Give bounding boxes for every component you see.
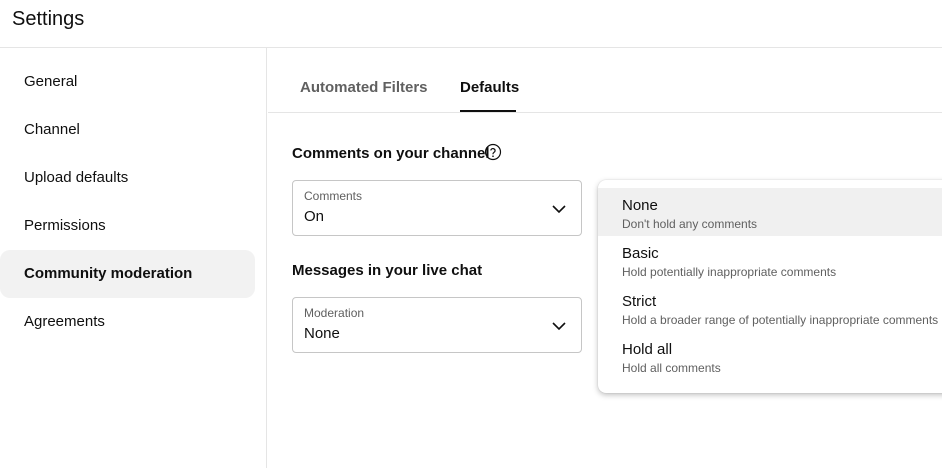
- live-chat-section-title: Messages in your live chat: [292, 262, 483, 279]
- sidebar-item-label: Permissions: [24, 217, 106, 234]
- settings-header: Settings: [0, 0, 942, 48]
- comments-section-title: Comments on your channel: [292, 145, 490, 162]
- settings-sidebar: General Channel Upload defaults Permissi…: [0, 48, 267, 468]
- sidebar-item-label: Channel: [24, 121, 80, 138]
- sidebar-item-agreements[interactable]: Agreements: [0, 298, 255, 346]
- tab-label: Automated Filters: [300, 79, 428, 96]
- moderation-select[interactable]: Moderation None: [292, 297, 582, 353]
- tab-bar: Automated Filters Defaults: [268, 48, 942, 113]
- option-title: Basic: [622, 245, 659, 262]
- comments-select-label: Comments: [304, 189, 363, 203]
- chevron-down-icon: [552, 322, 566, 331]
- sidebar-item-label: General: [24, 73, 78, 90]
- option-title: Strict: [622, 293, 657, 310]
- option-description: Hold all comments: [622, 361, 721, 375]
- sidebar-item-general[interactable]: General: [0, 58, 255, 106]
- option-none[interactable]: None Don't hold any comments: [598, 188, 942, 236]
- moderation-select-value: None: [304, 325, 340, 342]
- sidebar-item-label: Agreements: [24, 313, 105, 330]
- page-title: Settings: [12, 8, 85, 30]
- sidebar-item-permissions[interactable]: Permissions: [0, 202, 255, 250]
- sidebar-item-community-moderation[interactable]: Community moderation: [0, 250, 255, 298]
- chevron-down-icon: [552, 205, 566, 214]
- moderation-dropdown-menu: None Don't hold any comments Basic Hold …: [598, 180, 942, 393]
- sidebar-item-channel[interactable]: Channel: [0, 106, 255, 154]
- tab-label: Defaults: [460, 79, 520, 96]
- option-description: Hold potentially inappropriate comments: [622, 265, 837, 279]
- option-title: None: [622, 197, 658, 214]
- option-description: Hold a broader range of potentially inap…: [622, 313, 939, 327]
- tab-automated-filters[interactable]: Automated Filters: [300, 48, 428, 112]
- sidebar-item-label: Community moderation: [24, 265, 193, 282]
- comments-select-value: On: [304, 208, 325, 225]
- sidebar-item-upload-defaults[interactable]: Upload defaults: [0, 154, 255, 202]
- moderation-select-label: Moderation: [304, 306, 365, 320]
- option-hold-all[interactable]: Hold all Hold all comments: [598, 332, 942, 380]
- sidebar-item-label: Upload defaults: [24, 169, 129, 186]
- option-title: Hold all: [622, 341, 673, 358]
- active-tab-indicator: [460, 110, 516, 112]
- comments-select[interactable]: Comments On: [292, 180, 582, 236]
- help-circle-icon[interactable]: [484, 143, 502, 161]
- tab-defaults[interactable]: Defaults: [460, 48, 520, 112]
- option-basic[interactable]: Basic Hold potentially inappropriate com…: [598, 236, 942, 284]
- option-strict[interactable]: Strict Hold a broader range of potential…: [598, 284, 942, 332]
- option-description: Don't hold any comments: [622, 217, 758, 231]
